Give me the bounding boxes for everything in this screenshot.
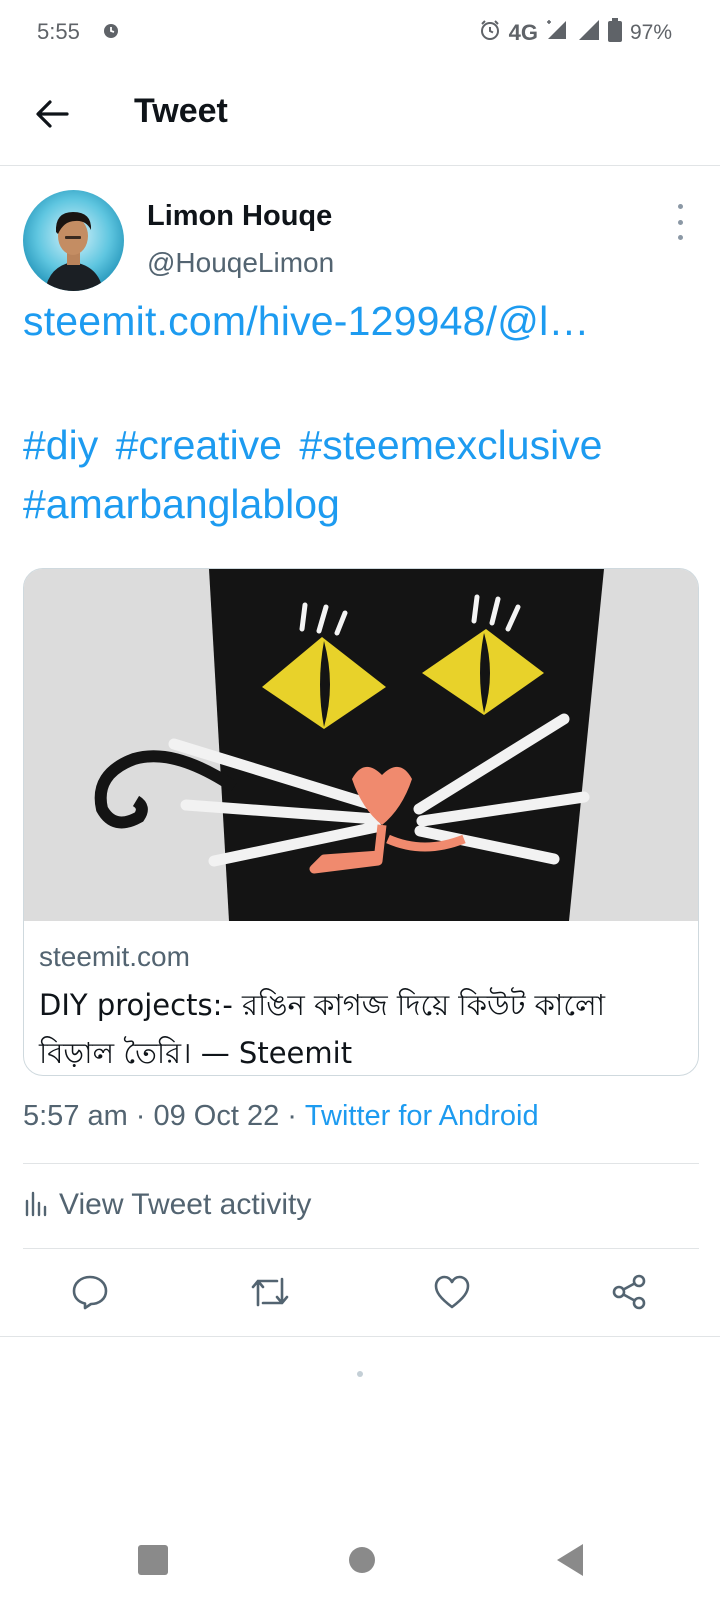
card-domain: steemit.com <box>39 941 190 972</box>
author-name[interactable]: Limon Houqe <box>147 200 332 233</box>
network-type: 4G <box>508 20 538 45</box>
card-title: DIY projects:- রঙিন কাগজ দিয়ে কিউট কালো… <box>39 988 605 1070</box>
battery-percent: 97% <box>629 21 672 44</box>
analytics-icon <box>23 1189 47 1222</box>
status-icons: 4G 97% <box>479 18 672 48</box>
activity-label: View Tweet activity <box>59 1188 312 1221</box>
reply-icon[interactable] <box>68 1270 112 1314</box>
arrow-left-icon <box>36 100 69 128</box>
back-button[interactable] <box>30 92 74 136</box>
system-navigation-bar <box>0 1520 720 1600</box>
back-nav-icon[interactable] <box>550 1540 590 1580</box>
hashtag-amarbanglablog[interactable]: #amarbanglablog <box>23 481 340 527</box>
signal-icon <box>578 19 600 47</box>
home-icon[interactable] <box>342 1540 382 1580</box>
retweet-icon[interactable] <box>248 1270 292 1314</box>
tweet-link[interactable]: steemit.com/hive-129948/@l… <box>23 298 590 345</box>
status-time: 5:55 <box>37 19 80 44</box>
tweet-action-bar <box>0 1250 720 1336</box>
battery-icon <box>607 18 622 48</box>
signal-icon <box>546 19 570 47</box>
divider <box>23 1248 699 1249</box>
tweet-date: 09 Oct 22 <box>153 1100 280 1132</box>
divider <box>23 1163 699 1164</box>
alarm-icon <box>479 19 501 47</box>
avatar[interactable] <box>23 190 124 291</box>
alarm-icon <box>101 20 121 45</box>
divider <box>0 1336 720 1337</box>
meta-separator: · <box>135 1100 146 1132</box>
more-options-icon[interactable] <box>670 204 690 240</box>
like-icon[interactable] <box>430 1270 474 1314</box>
card-image <box>24 569 698 921</box>
status-bar: 5:55 4G 97% <box>0 0 720 64</box>
hashtag-steemexclusive[interactable]: #steemexclusive <box>299 422 602 468</box>
hashtag-creative[interactable]: #creative <box>116 422 282 468</box>
loading-indicator <box>357 1371 363 1377</box>
tweet-meta: 5:57 am · 09 Oct 22 · Twitter for Android <box>23 1100 539 1133</box>
top-app-bar: Tweet <box>0 64 720 166</box>
tweet-time: 5:57 am <box>23 1100 128 1132</box>
hashtag-list: #diy #creative #steemexclusive #amarbang… <box>23 416 703 534</box>
share-icon[interactable] <box>607 1270 651 1314</box>
meta-separator: · <box>287 1100 297 1132</box>
recent-apps-icon[interactable] <box>133 1540 173 1580</box>
link-preview-card[interactable]: steemit.com DIY projects:- রঙিন কাগজ দিয… <box>23 568 699 1076</box>
page-title: Tweet <box>134 92 228 130</box>
hashtag-diy[interactable]: #diy <box>23 422 98 468</box>
author-handle[interactable]: @HouqeLimon <box>147 247 334 279</box>
view-tweet-activity[interactable]: View Tweet activity <box>23 1188 311 1222</box>
tweet-source[interactable]: Twitter for Android <box>305 1100 539 1132</box>
